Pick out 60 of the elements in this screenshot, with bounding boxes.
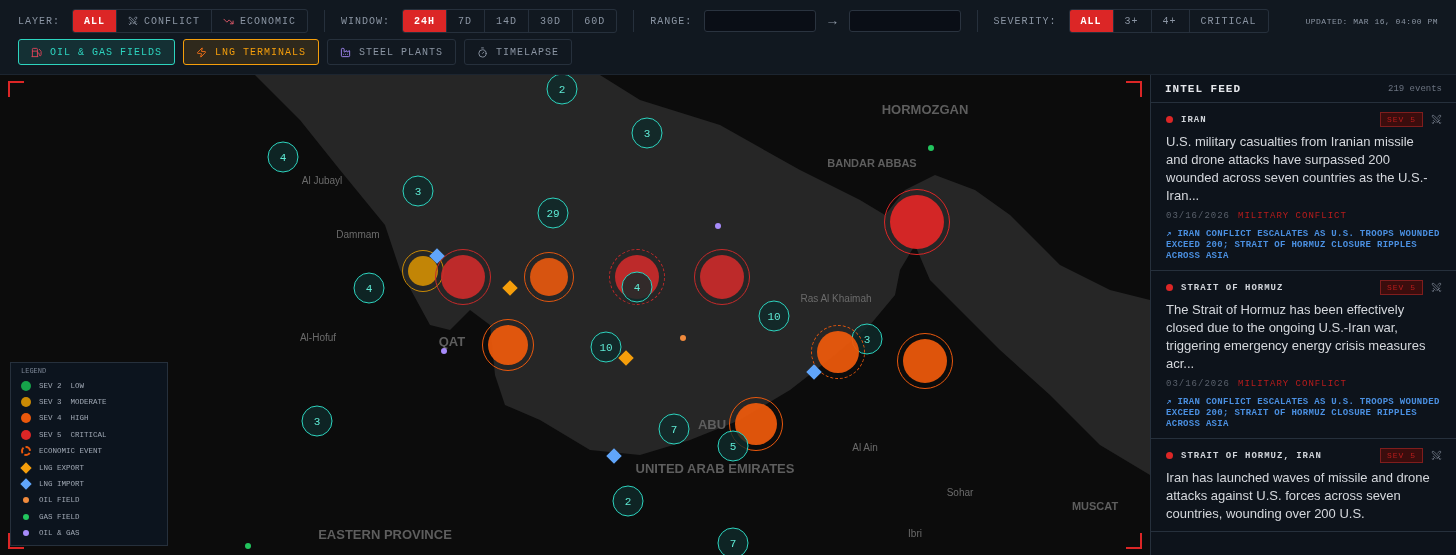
cluster-marker[interactable]: 4 — [353, 272, 385, 304]
filter-option[interactable]: ALL — [73, 10, 118, 32]
place-label: Sohar — [946, 486, 974, 500]
feed-text: The Strait of Hormuz has been effectively closed due to the ongoing U.S.-Iran war, triggering emergency energy crisis measures acr... — [1166, 301, 1427, 373]
place-label: QAT — [438, 335, 466, 349]
event-count: 219 events — [1388, 83, 1442, 94]
filter-option[interactable]: 30D — [529, 10, 574, 32]
filter-option[interactable]: 7D — [447, 10, 486, 32]
arrow-text: → — [828, 13, 837, 29]
place-label: UNITED ARAB EMIRATES — [635, 462, 795, 476]
place-label: Al Jubayl — [301, 174, 343, 188]
filter-option[interactable]: 4+ — [1151, 10, 1190, 32]
filter-option[interactable]: 60D — [573, 10, 617, 32]
cluster-marker[interactable]: 2 — [612, 485, 644, 517]
place-label: Ras Al Khaimah — [800, 292, 872, 306]
feed-title: INTEL FEED — [1165, 82, 1241, 95]
layer-toggle[interactable]: LNG TERMINALS — [183, 39, 320, 65]
event-category: MILITARY CONFLICT — [1238, 379, 1347, 389]
location-label: IRAN — [1181, 114, 1208, 125]
event-category: MILITARY CONFLICT — [1238, 211, 1347, 221]
filter-label: LAYER: — [18, 15, 60, 27]
severity-badge: SEV 5 — [1380, 280, 1423, 295]
place-label: HORMOZGAN — [881, 103, 969, 117]
headline-link[interactable]: ↗ IRAN CONFLICT ESCALATES AS U.S. TROOPS WOUNDED EXCEED 200; STRAIT OF HORMUZ CLOSURE RIPPLES ACROSS ASIA — [1166, 229, 1442, 262]
filter-option[interactable]: ECONOMIC — [212, 10, 308, 32]
place-label: Al Ain — [852, 441, 878, 455]
filter-option[interactable]: CONFLICT — [117, 10, 213, 32]
filter-label: WINDOW: — [341, 15, 391, 27]
layer-toggle[interactable]: STEEL PLANTS — [327, 39, 457, 65]
feed-item[interactable]: STRAIT OF HORMUZ, IRAN SEV 5 Iran has launched waves of missile and drone attacks against U.S. forces across seven countries, wounding over 200 U.S. — [1151, 439, 1456, 532]
filter-option[interactable]: CRITICAL — [1189, 10, 1268, 32]
cluster-marker[interactable]: 4 — [267, 141, 299, 173]
severity-badge: SEV 5 — [1380, 112, 1423, 127]
filter-option[interactable]: 3+ — [1113, 10, 1152, 32]
severity-badge: SEV 5 — [1380, 448, 1423, 463]
feed-text: Iran has launched waves of missile and drone attacks against U.S. forces across seven countries, wounding over 200 U.S. — [1166, 469, 1430, 523]
cluster-marker[interactable]: 3 — [301, 405, 333, 437]
cluster-marker[interactable]: 5 — [717, 430, 749, 462]
filter-label: SEVERITY: — [993, 15, 1057, 27]
place-label: Al-Hofuf — [299, 331, 337, 345]
headline-link[interactable]: ↗ IRAN CONFLICT ESCALATES AS U.S. TROOPS WOUNDED EXCEED 200; STRAIT OF HORMUZ CLOSURE RIPPLES ACROSS ASIA — [1166, 397, 1442, 430]
filter-option[interactable]: ALL — [1069, 10, 1114, 32]
place-label: BANDAR ABBAS — [827, 156, 917, 170]
feed-text: U.S. military casualties from Iranian missile and drone attacks have surpassed 200 wounded across seven countries as the U.S.-Iran... — [1166, 133, 1429, 205]
place-label: ABU — [697, 418, 727, 432]
place-label: MUSCAT — [1071, 499, 1119, 513]
layer-toggle[interactable]: TIMELAPSE — [464, 39, 573, 65]
place-label: Ibri — [908, 527, 922, 541]
place-label: EASTERN PROVINCE — [318, 528, 452, 542]
layer-toggle[interactable]: OIL & GAS FIELDS — [18, 39, 175, 65]
event-date: 03/16/2026 — [1166, 379, 1230, 389]
event-date: 03/16/2026 — [1166, 211, 1230, 221]
location-label: STRAIT OF HORMUZ — [1181, 282, 1285, 293]
location-label: STRAIT OF HORMUZ, IRAN — [1181, 450, 1323, 461]
cluster-marker[interactable]: 7 — [717, 527, 749, 555]
place-label: Dammam — [336, 228, 380, 242]
filter-label: RANGE: — [650, 15, 693, 27]
updated-timestamp: UPDATED: MAR 16, 04:00 PM — [1305, 16, 1438, 26]
filter-option[interactable]: 14D — [485, 10, 530, 32]
filter-option[interactable]: 24H — [403, 10, 448, 32]
